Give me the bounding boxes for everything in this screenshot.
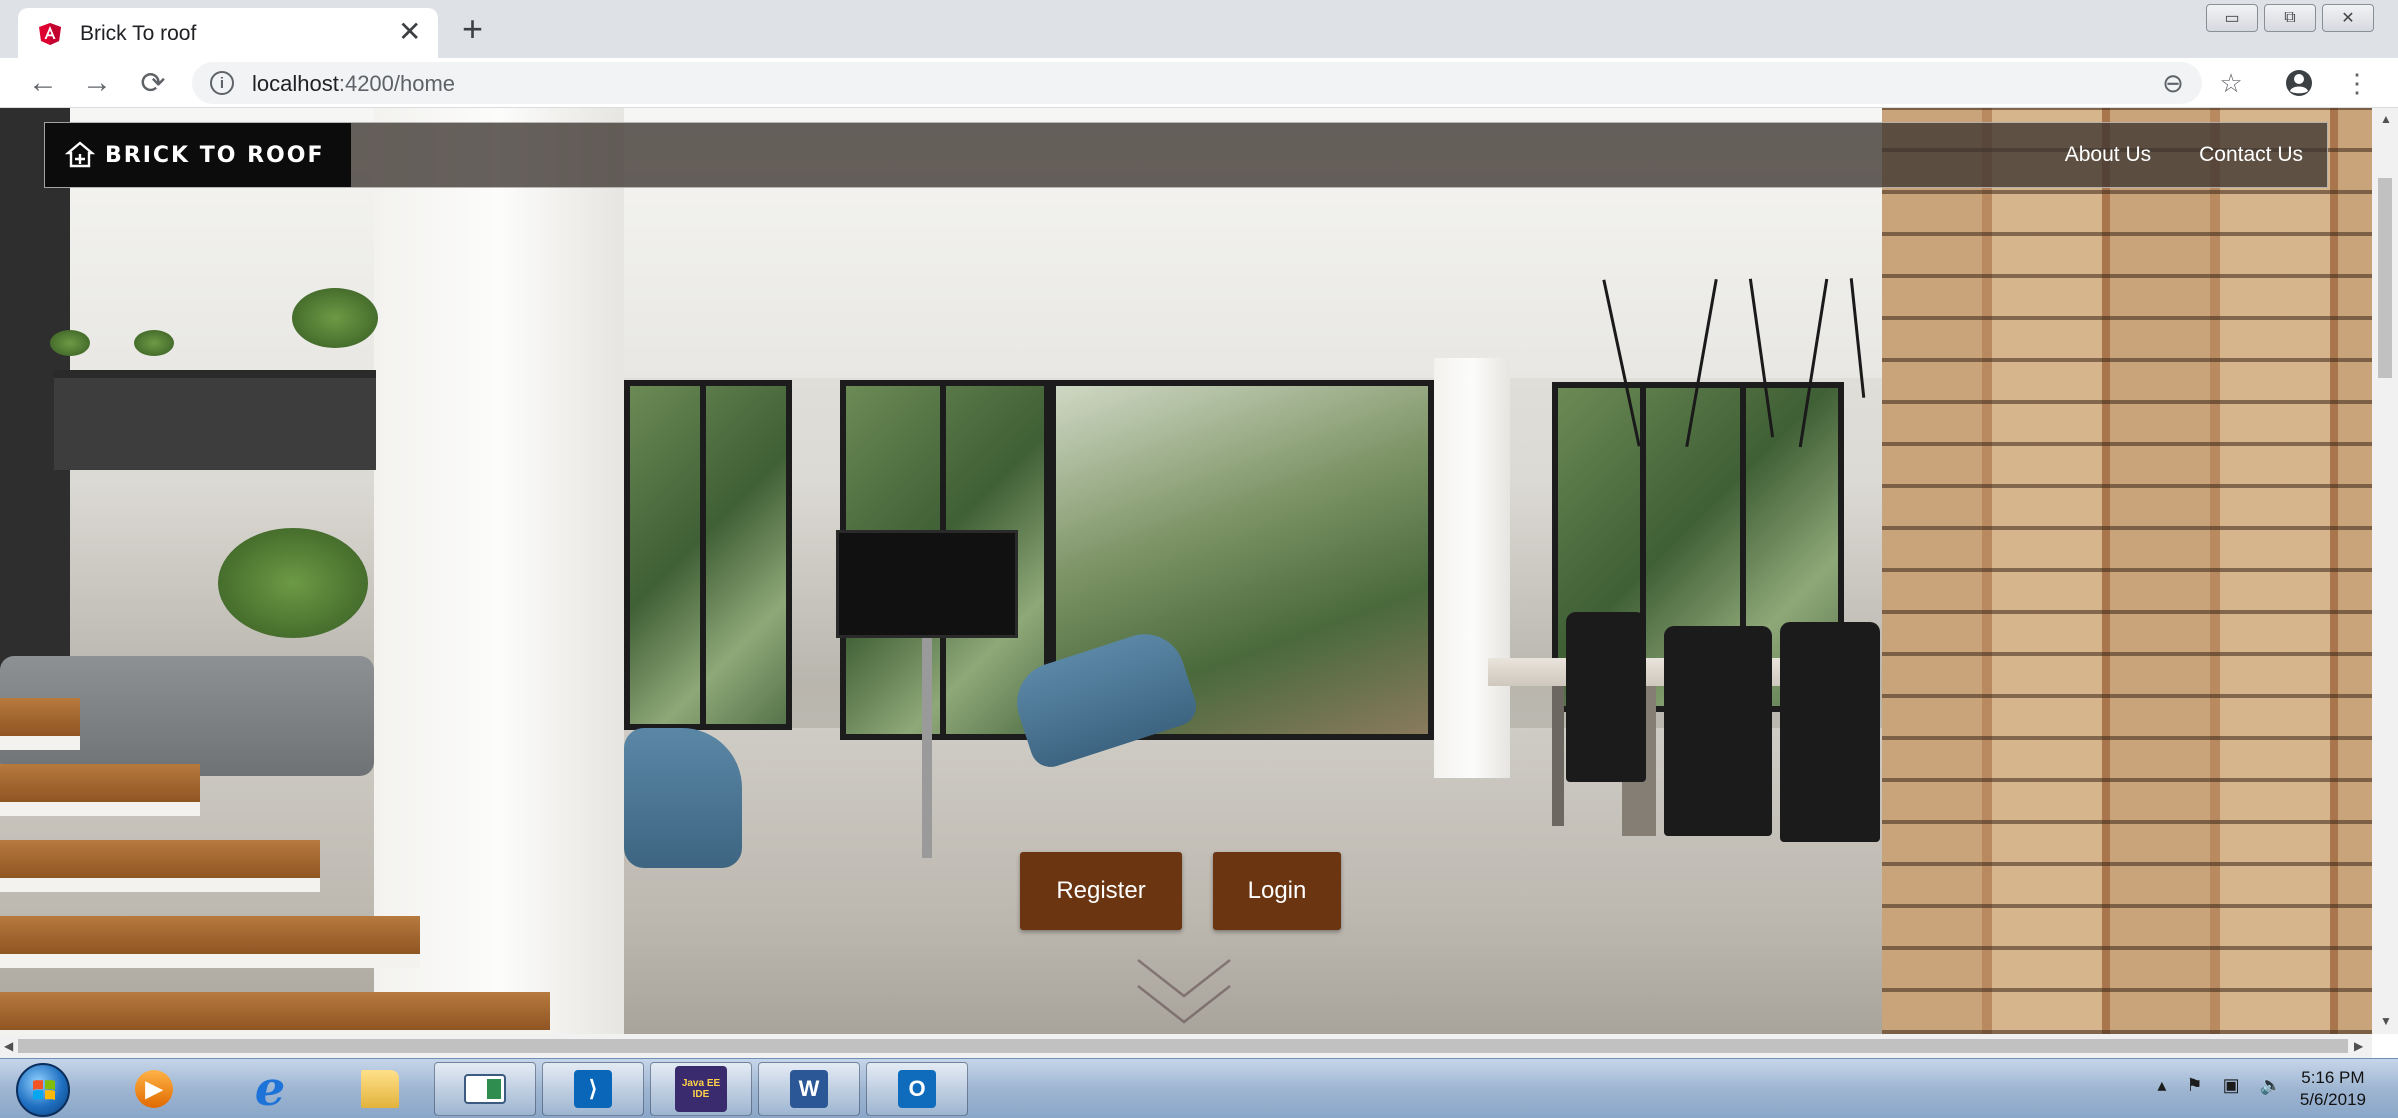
clock-time: 5:16 PM	[2301, 1068, 2365, 1087]
outlook-icon: O	[898, 1070, 936, 1108]
stair-step	[0, 840, 320, 892]
start-button[interactable]	[16, 1063, 70, 1117]
brand-name: BRICK TO ROOF	[105, 142, 325, 168]
address-bar[interactable]: i localhost:4200/home	[192, 62, 2202, 104]
java-ee-ide-icon: Java EE IDE	[675, 1066, 727, 1112]
url-path: :4200/home	[338, 71, 456, 96]
menu-icon[interactable]: ⋮	[2340, 66, 2374, 100]
page-viewport: BRICK TO ROOF About Us Contact Us Regist…	[0, 108, 2372, 1034]
stair-step	[0, 916, 420, 968]
horizontal-scrollbar[interactable]: ◀ ▶	[0, 1034, 2372, 1058]
volume-icon[interactable]: 🔈	[2260, 1075, 2282, 1096]
horizontal-scroll-thumb[interactable]	[18, 1039, 2348, 1053]
action-center-flag-icon[interactable]: ⚑	[2186, 1075, 2202, 1096]
forward-button[interactable]: →	[78, 64, 116, 102]
window-controls: ▭ ⧉ ✕	[2206, 4, 2374, 32]
internet-explorer-icon: e	[254, 1061, 286, 1117]
bookmark-star-icon[interactable]: ☆	[2214, 66, 2248, 100]
hero-plant	[134, 330, 174, 356]
reload-button[interactable]: ⟳	[134, 64, 172, 102]
house-logo-icon	[65, 141, 95, 168]
media-player-icon: ▶	[135, 1070, 173, 1108]
hero-dining-chair	[1566, 612, 1646, 782]
register-button[interactable]: Register	[1020, 852, 1182, 930]
tab-title: Brick To roof	[80, 22, 197, 45]
taskbar-file-explorer[interactable]	[332, 1062, 428, 1116]
nav-contact-us[interactable]: Contact Us	[2199, 143, 2303, 167]
brand-logo[interactable]: BRICK TO ROOF	[45, 123, 351, 187]
clock-date: 5/6/2019	[2299, 1090, 2366, 1109]
hero-armchair-left	[624, 728, 742, 868]
window-app-icon	[464, 1074, 506, 1104]
hero-dining-chair	[1780, 622, 1880, 842]
site-navbar: BRICK TO ROOF About Us Contact Us	[44, 122, 2328, 188]
word-icon: W	[790, 1070, 828, 1108]
hero-tv	[836, 530, 1018, 638]
profile-icon[interactable]	[2282, 66, 2316, 100]
hero-plant	[218, 528, 368, 638]
taskbar-visual-studio-code[interactable]: ⟩	[542, 1062, 644, 1116]
site-info-icon[interactable]: i	[210, 71, 234, 95]
taskbar-window-app[interactable]	[434, 1062, 536, 1116]
nav-about-us[interactable]: About Us	[2065, 143, 2151, 167]
scroll-right-arrow-icon[interactable]: ▶	[2354, 1039, 2363, 1053]
taskbar-clock[interactable]: 5:16 PM 5/6/2019	[2300, 1067, 2366, 1111]
windows-taskbar: ▶ e ⟩ Java EE IDE W O ▴ ⚑ ▣ 🔈 5:16 PM 5/…	[0, 1058, 2398, 1118]
scroll-up-arrow-icon[interactable]: ▲	[2380, 112, 2392, 126]
tab-close-icon[interactable]: ✕	[398, 18, 421, 46]
taskbar-media-player[interactable]: ▶	[106, 1062, 202, 1116]
network-icon[interactable]: ▣	[2223, 1075, 2240, 1096]
scroll-left-arrow-icon[interactable]: ◀	[4, 1039, 13, 1053]
vscode-icon: ⟩	[574, 1070, 612, 1108]
hero-plant	[50, 330, 90, 356]
browser-tab[interactable]: Brick To roof ✕	[18, 8, 438, 58]
nav-links: About Us Contact Us	[2065, 123, 2303, 187]
restore-button[interactable]: ⧉	[2264, 4, 2316, 32]
url-text: localhost:4200/home	[252, 71, 455, 97]
taskbar-internet-explorer[interactable]: e	[222, 1061, 318, 1117]
angular-favicon-icon	[39, 23, 61, 45]
hero-plant	[292, 288, 378, 348]
browser-tab-strip: Brick To roof ✕ + ▭ ⧉ ✕	[0, 0, 2398, 58]
taskbar-outlook[interactable]: O	[866, 1062, 968, 1116]
vertical-scrollbar[interactable]: ▲ ▼	[2372, 108, 2398, 1034]
vertical-scroll-thumb[interactable]	[2378, 178, 2392, 378]
windows-logo-icon	[33, 1080, 55, 1100]
minimize-button[interactable]: ▭	[2206, 4, 2258, 32]
stair-step	[0, 992, 550, 1034]
hero-column-mid	[1434, 358, 1510, 778]
hero-dining-chair	[1664, 626, 1772, 836]
show-hidden-icons-icon[interactable]: ▴	[2157, 1075, 2166, 1096]
taskbar-java-ee-ide[interactable]: Java EE IDE	[650, 1062, 752, 1116]
scroll-down-chevron-icon[interactable]	[1134, 956, 1234, 1034]
hero-window-left	[624, 380, 792, 730]
browser-toolbar: ← → ⟳ i localhost:4200/home ⊖ ☆ ⋮	[0, 58, 2398, 108]
close-window-button[interactable]: ✕	[2322, 4, 2374, 32]
url-host: localhost	[252, 71, 339, 96]
system-tray: ▴ ⚑ ▣ 🔈	[2157, 1075, 2282, 1096]
hero-shelf	[54, 370, 376, 470]
window-mullion	[700, 380, 706, 730]
scroll-down-arrow-icon[interactable]: ▼	[2380, 1014, 2392, 1028]
window-app-pane	[487, 1079, 501, 1099]
new-tab-button[interactable]: +	[462, 11, 483, 47]
login-button[interactable]: Login	[1213, 852, 1341, 930]
hero-tv-stand	[922, 638, 932, 858]
back-button[interactable]: ←	[24, 64, 62, 102]
stair-step	[0, 764, 200, 816]
hero-stairs	[0, 698, 560, 1034]
hero-table-leg	[1552, 686, 1564, 826]
taskbar-microsoft-word[interactable]: W	[758, 1062, 860, 1116]
stair-step	[0, 698, 80, 750]
hero-brick-column	[1882, 108, 2372, 1034]
folder-icon	[361, 1070, 399, 1108]
zoom-icon[interactable]: ⊖	[2156, 66, 2190, 100]
